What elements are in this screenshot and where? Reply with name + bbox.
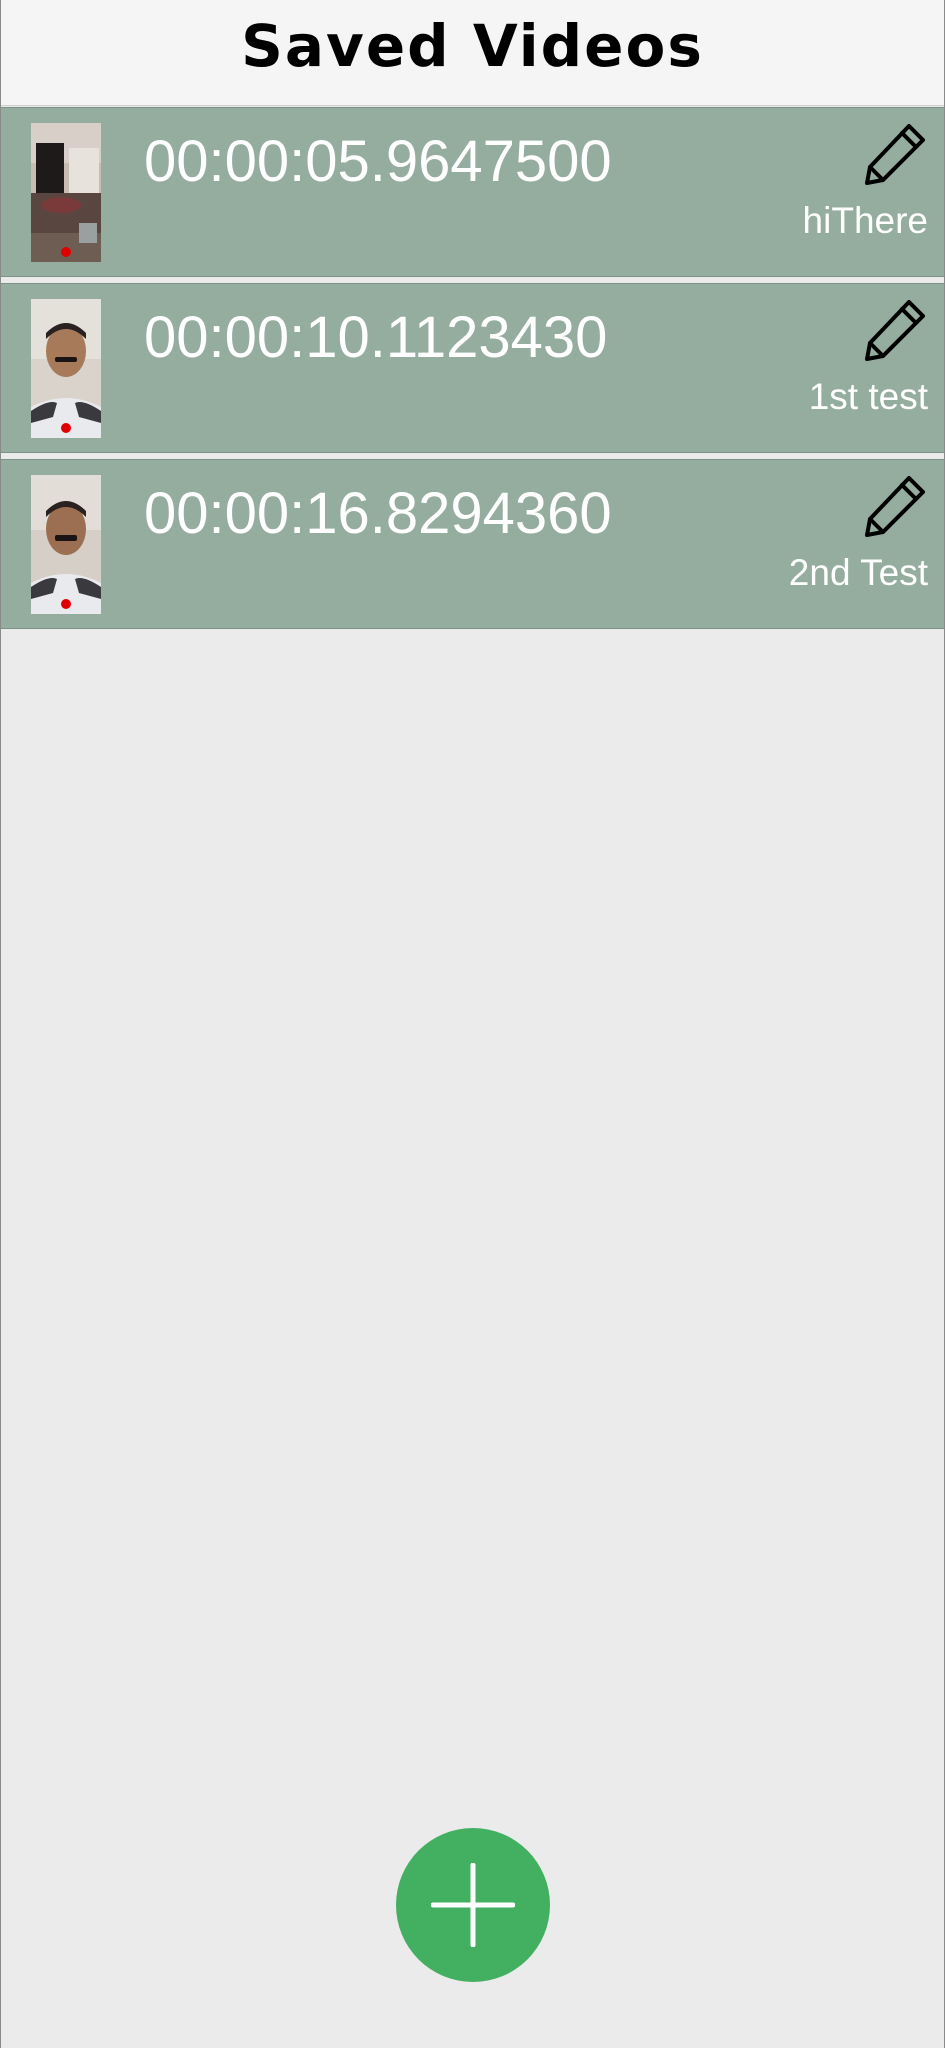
pencil-icon[interactable] xyxy=(862,297,928,363)
pencil-icon[interactable] xyxy=(862,121,928,187)
face-thumbnail-image xyxy=(31,475,101,614)
video-list-item[interactable]: 00:00:16.8294360 2nd Test xyxy=(1,459,944,629)
face-thumbnail-image xyxy=(31,299,101,438)
screen: Saved Videos 00:00:05.9647500 hiThere 00… xyxy=(0,0,945,2048)
video-list: 00:00:05.9647500 hiThere 00:00:10.112343… xyxy=(1,107,944,635)
pencil-icon[interactable] xyxy=(862,473,928,539)
video-name: 2nd Test xyxy=(788,552,928,593)
video-list-item[interactable]: 00:00:05.9647500 hiThere xyxy=(1,107,944,277)
plus-icon xyxy=(431,1863,515,1947)
video-thumbnail[interactable] xyxy=(31,475,101,614)
video-name: hiThere xyxy=(802,200,928,241)
page-title: Saved Videos xyxy=(241,11,704,80)
add-video-button[interactable] xyxy=(396,1828,550,1982)
app-header: Saved Videos xyxy=(1,0,944,106)
video-duration: 00:00:05.9647500 xyxy=(144,129,612,194)
video-thumbnail[interactable] xyxy=(31,123,101,262)
room-thumbnail-image xyxy=(31,123,101,262)
video-duration: 00:00:16.8294360 xyxy=(144,481,612,546)
video-list-item[interactable]: 00:00:10.1123430 1st test xyxy=(1,283,944,453)
video-thumbnail[interactable] xyxy=(31,299,101,438)
video-name: 1st test xyxy=(808,376,928,417)
video-duration: 00:00:10.1123430 xyxy=(144,305,608,370)
